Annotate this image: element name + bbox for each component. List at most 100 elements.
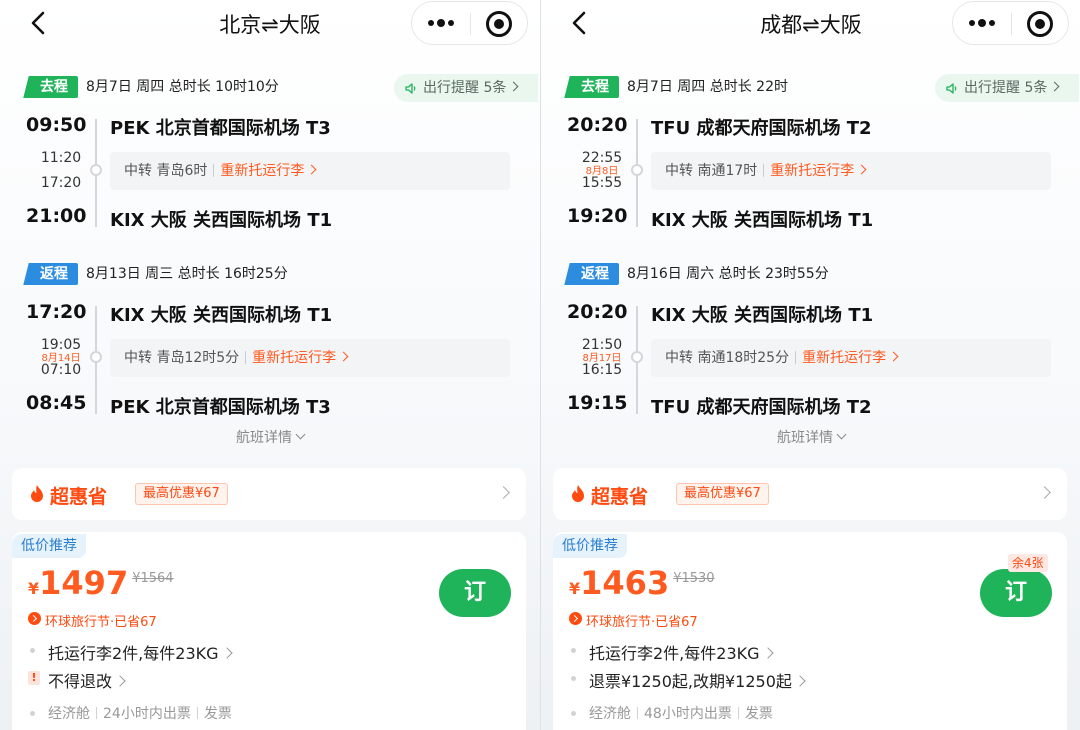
book-button[interactable]: 订 [439, 569, 511, 617]
inbound-transfer-info[interactable]: 中转 南通18时25分 重新托运行李 [651, 339, 1051, 377]
chevron-right-icon [497, 486, 510, 499]
separator [245, 351, 247, 364]
max-discount-badge: 最高优惠¥67 [135, 483, 228, 505]
bullet-dot-icon [571, 648, 576, 653]
inbound-arrive-airport: PEK 北京首都国际机场 T3 [110, 397, 331, 418]
refund-label: 不得退改 [48, 672, 113, 691]
super-saver-promo[interactable]: 超惠省 最高优惠¥67 [12, 468, 526, 520]
close-target-icon[interactable] [486, 11, 512, 37]
fire-icon [31, 485, 43, 502]
transfer-stop: 中转 青岛6时 [124, 163, 208, 179]
outbound-depart-airport: PEK 北京首都国际机场 T3 [110, 118, 331, 139]
chevron-down-icon [295, 429, 306, 440]
separator [196, 707, 198, 719]
outbound-depart-time: 20:20 [567, 114, 628, 136]
ticket-conditions: 经济舱 48小时内出票 发票 [569, 703, 773, 723]
flight-details-link[interactable]: 航班详情 [0, 427, 540, 447]
bullet-dot-icon [30, 711, 35, 716]
festival-savings: 环球旅行节·已省67 [569, 611, 698, 630]
more-dots-icon[interactable] [967, 19, 999, 28]
trip-panel-chengdu-osaka: 成都⇌大阪 去程 8月7日 周四 总时长 22时 出行提醒 5条 20:20 T… [541, 0, 1080, 730]
close-target-icon[interactable] [1027, 11, 1053, 37]
flight-details-link[interactable]: 航班详情 [541, 427, 1080, 447]
trip-panel-beijing-osaka: 北京⇌大阪 去程 8月7日 周四 总时长 10时10分 出行提醒 5条 09:5… [0, 0, 540, 730]
recheck-baggage: 重新托运行李 [802, 350, 887, 366]
bullet-dot-icon [571, 711, 576, 716]
original-price: ¥1564 [132, 571, 174, 586]
outbound-stop-arrive-time: 22:55 [581, 150, 623, 166]
inbound-stop-arrive-time: 19:05 [40, 337, 82, 353]
travel-reminder-label: 出行提醒 5条 [964, 80, 1048, 96]
inbound-stop-depart-time: 16:15 [581, 362, 623, 378]
chevron-right-icon [888, 351, 899, 362]
festival-savings: 环球旅行节·已省67 [28, 611, 157, 630]
inbound-arrive-airport: TFU 成都天府国际机场 T2 [651, 397, 872, 418]
travel-reminder-button[interactable]: 出行提醒 5条 [394, 74, 538, 102]
chevron-right-icon [306, 164, 317, 175]
outbound-stop-arrive-time: 11:20 [40, 150, 82, 166]
outbound-transfer-info[interactable]: 中转 南通17时 重新托运行李 [651, 152, 1051, 190]
promo-logo: 超惠省 [569, 482, 648, 509]
baggage-rule[interactable]: 托运行李2件,每件23KG [569, 640, 774, 664]
promo-logo-text: 超惠省 [50, 486, 108, 508]
promo-logo: 超惠省 [28, 482, 107, 509]
mini-program-capsule [952, 1, 1069, 45]
separator [637, 707, 638, 719]
baggage-label: 托运行李2件,每件23KG [48, 644, 219, 663]
super-saver-promo[interactable]: 超惠省 最高优惠¥67 [553, 468, 1067, 520]
fire-icon [572, 485, 584, 502]
discount-icon [28, 612, 41, 625]
promo-logo-text: 超惠省 [591, 486, 649, 508]
chevron-right-icon [856, 164, 867, 175]
low-price-tag: 低价推荐 [553, 534, 627, 558]
capsule-separator [470, 13, 471, 35]
chevron-right-icon [508, 81, 519, 92]
price-value: 1497 [39, 564, 129, 602]
separator [737, 707, 739, 719]
outbound-stop-depart-time: 17:20 [40, 175, 82, 191]
inbound-transfer-info[interactable]: 中转 青岛12时5分 重新托运行李 [110, 339, 510, 377]
top-nav-bar: 北京⇌大阪 [0, 0, 540, 46]
recheck-baggage: 重新托运行李 [770, 163, 855, 179]
transfer-stop: 中转 青岛12时5分 [124, 350, 240, 366]
flight-details-label: 航班详情 [236, 430, 292, 446]
capsule-separator [1011, 13, 1012, 35]
travel-reminder-label: 出行提醒 5条 [423, 80, 507, 96]
inbound-stop-arrive-time: 21:50 [581, 337, 623, 353]
refund-label: 退票¥1250起,改期¥1250起 [589, 672, 792, 691]
chevron-right-icon [761, 647, 774, 659]
inbound-depart-airport: KIX 大阪 关西国际机场 T1 [110, 305, 333, 326]
fare-card: 低价推荐 ¥1497 ¥1564 环球旅行节·已省67 订 托运行李2件,每件23… [12, 532, 526, 730]
inbound-info: 8月16日 周六 总时长 23时55分 [627, 266, 829, 282]
outbound-depart-time: 09:50 [26, 114, 87, 136]
recheck-baggage: 重新托运行李 [252, 350, 337, 366]
festival-label: 环球旅行节·已省67 [586, 615, 698, 630]
invoice-label: 发票 [744, 706, 773, 722]
chevron-right-icon [220, 647, 233, 659]
inbound-arrive-time: 08:45 [26, 392, 87, 414]
separator [763, 164, 765, 177]
max-discount-badge: 最高优惠¥67 [676, 483, 769, 505]
baggage-rule[interactable]: 托运行李2件,每件23KG [28, 640, 233, 664]
bullet-dot-icon [30, 648, 35, 653]
outbound-transfer-info[interactable]: 中转 青岛6时 重新托运行李 [110, 152, 510, 190]
ticketing-time: 48小时内出票 [644, 706, 732, 722]
speaker-icon [405, 83, 416, 94]
refund-rule[interactable]: 退票¥1250起,改期¥1250起 [569, 668, 806, 692]
fare-price: ¥1497 ¥1564 [28, 564, 174, 602]
travel-reminder-button[interactable]: 出行提醒 5条 [935, 74, 1079, 102]
outbound-stop-depart-time: 15:55 [581, 175, 623, 191]
chevron-right-icon [794, 675, 806, 687]
book-button[interactable]: 订 [980, 569, 1052, 617]
bullet-dot-icon [571, 676, 576, 681]
outbound-depart-airport: TFU 成都天府国际机场 T2 [651, 118, 872, 139]
outbound-tag: 去程 [30, 76, 78, 98]
inbound-stop-depart-time: 07:10 [40, 362, 82, 378]
fare-card: 低价推荐 ¥1463 ¥1530 环球旅行节·已省67 订 余4张 托运行李2件,… [553, 532, 1067, 730]
more-dots-icon[interactable] [426, 19, 458, 28]
fare-price: ¥1463 ¥1530 [569, 564, 715, 602]
chevron-right-icon [114, 675, 126, 687]
refund-rule[interactable]: ! 不得退改 [28, 668, 126, 692]
price-value: 1463 [580, 564, 670, 602]
inbound-depart-time: 20:20 [567, 301, 628, 323]
